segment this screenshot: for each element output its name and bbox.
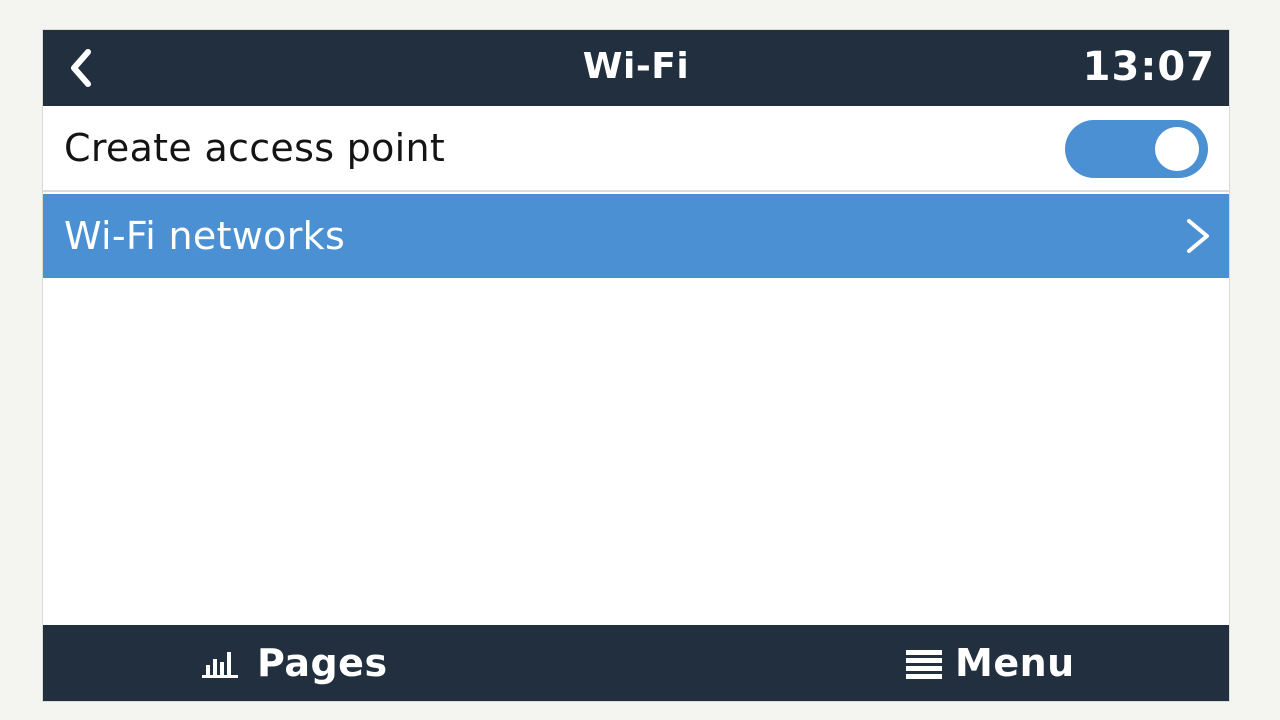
header-bar: Wi-Fi 13:07 [43, 30, 1229, 106]
chevron-right-icon [1187, 219, 1209, 253]
wifi-networks-row[interactable]: Wi-Fi networks [43, 194, 1229, 278]
hamburger-menu-icon [906, 650, 942, 679]
footer-bar: Pages Menu [43, 625, 1229, 701]
toggle-knob [1155, 127, 1199, 171]
bar-chart-icon [202, 652, 238, 678]
page-title: Wi-Fi [582, 46, 690, 87]
access-point-label: Create access point [64, 126, 446, 170]
wifi-settings-screen: Wi-Fi 13:07 Create access point Wi-Fi ne… [42, 29, 1230, 702]
wifi-networks-label: Wi-Fi networks [64, 214, 346, 258]
clock: 13:07 [1082, 44, 1215, 90]
pages-label: Pages [257, 641, 388, 685]
menu-button[interactable]: Menu [905, 625, 1075, 701]
menu-label: Menu [955, 641, 1075, 685]
pages-button[interactable]: Pages [201, 625, 388, 701]
access-point-toggle[interactable] [1065, 120, 1208, 178]
access-point-row[interactable]: Create access point [43, 106, 1229, 192]
